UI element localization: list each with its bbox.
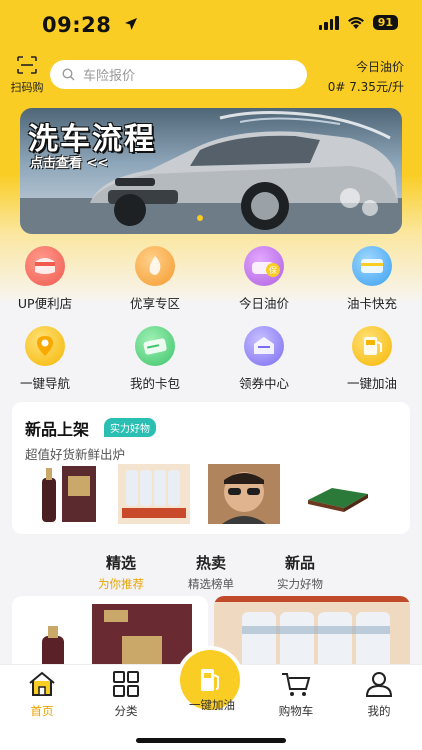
scan-icon	[17, 56, 37, 74]
grid-label: 一键导航	[19, 376, 70, 391]
nav-label: 购物车	[278, 704, 314, 718]
svg-text:保: 保	[269, 265, 277, 275]
nav-label: 首页	[30, 704, 54, 718]
grid-item-card-wallet[interactable]: 我的卡包	[110, 326, 200, 392]
scan-label: 扫码购	[10, 81, 44, 94]
oil-price-title: 今日油价	[355, 60, 404, 74]
car-wash-banner[interactable]: 洗车流程 点击查看 <<	[20, 108, 402, 234]
grid-item-store[interactable]: UP便利店	[0, 246, 90, 312]
nav-label: 我的	[367, 704, 391, 718]
grid-item-oil-price[interactable]: 保 今日油价	[219, 246, 309, 312]
grid-label: 一键加油	[346, 376, 397, 391]
grid-item-refuel[interactable]: 一键加油	[327, 326, 417, 392]
tab-title: 精选	[105, 554, 136, 572]
new-products-title: 新品上架	[25, 420, 90, 439]
search-placeholder: 车险报价	[83, 69, 136, 84]
scan-button[interactable]: 扫码购	[8, 56, 46, 95]
tab-subtitle: 精选榜单	[188, 577, 234, 591]
location-arrow-icon	[125, 18, 137, 30]
grid-label: 优享专区	[129, 296, 180, 311]
location-pin-icon	[25, 326, 65, 366]
oil-price-value: 0# 7.35元/升	[327, 80, 404, 94]
home-indicator	[136, 738, 286, 743]
nav-home[interactable]: 首页	[12, 671, 72, 719]
banner-subtitle: 点击查看 <<	[30, 156, 109, 171]
grid-item-navigation[interactable]: 一键导航	[0, 326, 90, 392]
grid-label: UP便利店	[17, 296, 73, 311]
tab-featured[interactable]: 精选 为你推荐	[76, 552, 166, 592]
fuel-icon	[352, 326, 392, 366]
wifi-icon	[347, 16, 364, 29]
product-thumb-drinks[interactable]	[118, 464, 190, 524]
cellular-signal-icon	[318, 15, 339, 30]
nav-mine[interactable]: 我的	[349, 671, 409, 719]
store-icon	[25, 246, 65, 286]
category-grid-icon	[113, 671, 139, 697]
tab-title: 热卖	[195, 554, 226, 572]
fuel-pump-icon	[201, 669, 219, 691]
feed-tabs: 精选 为你推荐 热卖 精选榜单 新品 实力好物	[0, 552, 422, 592]
grid-label: 今日油价	[238, 296, 289, 311]
tab-hot[interactable]: 热卖 精选榜单	[166, 552, 256, 592]
product-thumb-pool-table[interactable]	[302, 464, 374, 524]
nav-category[interactable]: 分类	[96, 671, 156, 719]
grid-label: 油卡快充	[346, 296, 397, 311]
card-recharge-icon	[352, 246, 392, 286]
header-row: 扫码购 车险报价 今日油价 0# 7.35元/升	[0, 54, 422, 96]
tab-subtitle: 为你推荐	[98, 577, 144, 591]
search-icon	[62, 68, 75, 81]
tab-subtitle: 实力好物	[277, 577, 323, 591]
grid-label: 我的卡包	[129, 376, 180, 391]
status-bar: 09:28 91	[0, 0, 422, 50]
new-products-tag: 实力好物	[104, 418, 156, 437]
nav-label: 分类	[114, 704, 138, 718]
grid-item-card-recharge[interactable]: 油卡快充	[327, 246, 417, 312]
car-price-icon: 保	[244, 246, 284, 286]
home-icon	[29, 671, 55, 696]
product-thumb-liquor[interactable]	[28, 464, 100, 524]
nav-cart[interactable]: 购物车	[266, 671, 326, 719]
grid-item-vip[interactable]: 优享专区	[110, 246, 200, 312]
new-products-card[interactable]: 新品上架 实力好物 超值好货新鲜出炉	[12, 402, 410, 534]
tab-title: 新品	[284, 554, 315, 572]
shopping-cart-icon	[282, 673, 311, 696]
new-products-subtitle: 超值好货新鲜出炉	[25, 447, 126, 462]
nav-refuel-label: 一键加油	[189, 698, 235, 712]
vip-icon	[135, 246, 175, 286]
oil-price-info[interactable]: 今日油价 0# 7.35元/升	[328, 58, 404, 95]
card-wallet-icon	[135, 326, 175, 366]
coupon-icon	[244, 326, 284, 366]
grid-label: 领券中心	[238, 376, 289, 391]
grid-item-coupon[interactable]: 领券中心	[219, 326, 309, 392]
search-input[interactable]: 车险报价	[50, 60, 307, 89]
user-icon	[365, 672, 393, 697]
battery-indicator: 91	[372, 15, 398, 30]
tab-new[interactable]: 新品 实力好物	[255, 552, 345, 592]
status-time: 09:28	[42, 13, 112, 37]
product-thumb-sunglasses[interactable]	[208, 464, 280, 524]
